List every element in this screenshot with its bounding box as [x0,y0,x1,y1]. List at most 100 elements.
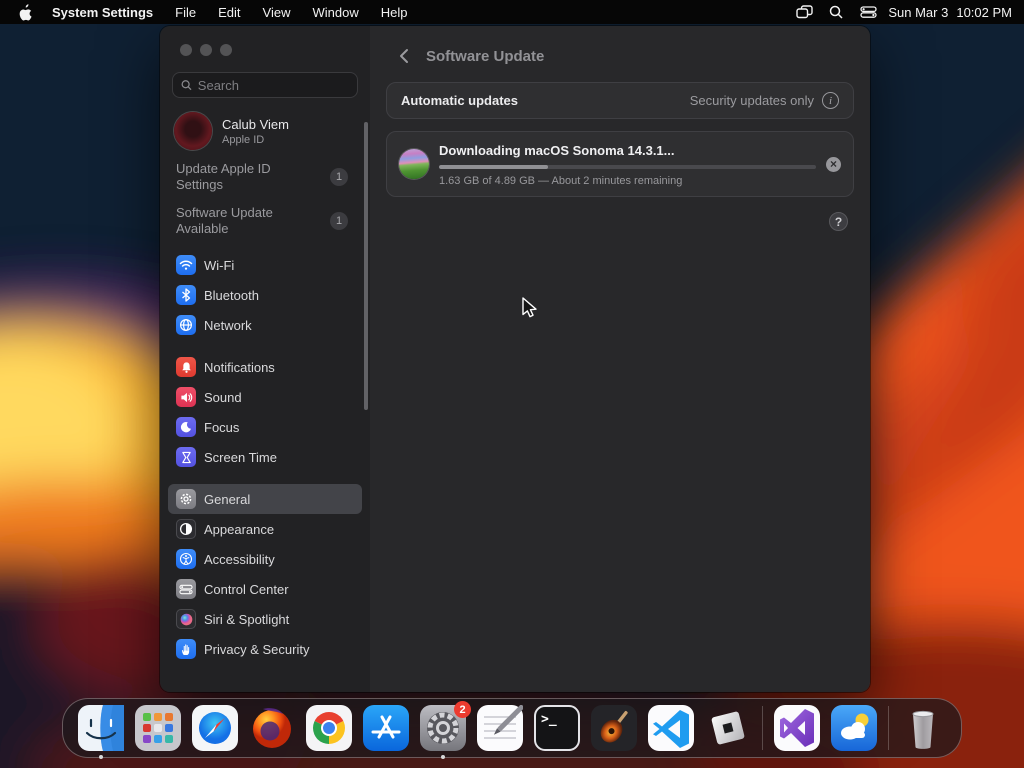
settings-notification-badge: 2 [454,701,471,718]
sidebar-item-label: Network [204,317,252,333]
sidebar-item-label: Privacy & Security [204,641,310,657]
control-center-icon[interactable] [856,3,880,21]
download-status: 1.63 GB of 4.89 GB — About 2 minutes rem… [439,175,683,187]
appearance-icon [176,519,196,539]
system-settings-window: Calub Viem Apple ID Update Apple ID Sett… [160,26,870,692]
info-icon[interactable]: i [822,92,839,109]
sidebar-item-sound[interactable]: Sound [168,382,362,412]
hand-icon [176,639,196,659]
menu-app-name[interactable]: System Settings [42,5,163,20]
sidebar-item-focus[interactable]: Focus [168,412,362,442]
sidebar-item-bluetooth[interactable]: Bluetooth [168,280,362,310]
menu-view[interactable]: View [253,5,301,20]
dock-divider [762,706,763,750]
control-center-tile-icon [176,579,196,599]
window-controls [160,26,370,56]
hourglass-icon [176,447,196,467]
menu-edit[interactable]: Edit [208,5,250,20]
zoom-button[interactable] [220,44,232,56]
sidebar-item-label: Control Center [204,581,289,597]
close-button[interactable] [180,44,192,56]
dock: 2 >_ [62,698,962,758]
sidebar-item-appearance[interactable]: Appearance [168,514,362,544]
dock-terminal[interactable]: >_ [534,705,580,751]
apple-id-profile[interactable]: Calub Viem Apple ID [174,112,358,150]
sidebar-item-label: General [204,491,251,507]
bell-icon [176,357,196,377]
sidebar-item-general[interactable]: General [168,484,362,514]
dock-divider [888,706,889,750]
pane-header: Software Update [370,26,870,70]
minimize-button[interactable] [200,44,212,56]
dock-weather[interactable] [831,705,877,751]
sidebar-item-network[interactable]: Network [168,310,362,340]
dock-visual-studio[interactable] [774,705,820,751]
menu-file[interactable]: File [165,5,206,20]
sidebar-item-label: Siri & Spotlight [204,611,290,627]
search-icon [181,80,192,91]
dock-vscode[interactable] [648,705,694,751]
notice-software-update[interactable]: Software Update Available 1 [176,204,356,238]
download-title: Downloading macOS Sonoma 14.3.1... [439,143,675,158]
dock-firefox[interactable] [249,705,295,751]
dock-app-store[interactable] [363,705,409,751]
automatic-updates-row[interactable]: Automatic updates Security updates only … [386,82,854,119]
sidebar-item-privacy-security[interactable]: Privacy & Security [168,634,362,664]
sidebar-item-wifi[interactable]: Wi-Fi [168,250,362,280]
notice-label: Update Apple ID Settings [176,161,271,192]
bluetooth-icon [176,285,196,305]
sidebar-item-label: Screen Time [204,449,277,465]
stage-manager-icon[interactable] [792,3,816,21]
sidebar-search[interactable] [172,72,358,98]
chevron-left-icon [400,49,408,63]
sidebar-item-siri-spotlight[interactable]: Siri & Spotlight [168,604,362,634]
dock-launchpad[interactable] [135,705,181,751]
notice-badge: 1 [330,168,348,186]
sidebar-item-label: Accessibility [204,551,275,567]
sidebar-item-label: Sound [204,389,242,405]
desktop: System Settings File Edit View Window He… [0,0,1024,768]
sidebar-item-screen-time[interactable]: Screen Time [168,442,362,472]
help-button[interactable]: ? [829,212,848,231]
mouse-cursor [522,297,537,318]
menu-window[interactable]: Window [302,5,368,20]
dock-finder[interactable] [78,705,124,751]
settings-sidebar: Calub Viem Apple ID Update Apple ID Sett… [160,26,370,692]
apple-logo-icon [19,3,32,20]
sidebar-item-label: Notifications [204,359,275,375]
dock-system-settings[interactable]: 2 [420,701,471,751]
profile-name: Calub Viem [222,116,289,132]
dock-notes[interactable] [477,705,523,751]
cancel-download-button[interactable]: × [826,156,841,172]
download-progress-bar [439,165,816,169]
apple-menu[interactable] [10,3,40,21]
dock-safari[interactable] [192,705,238,751]
page-title: Software Update [426,47,545,65]
menu-clock[interactable]: Sun Mar 3 10:02 PM [888,5,1012,20]
dock-garageband[interactable] [591,705,637,751]
dock-roblox[interactable] [705,705,751,751]
gear-icon [176,489,196,509]
spotlight-search-icon[interactable] [824,3,848,21]
back-button[interactable] [394,46,414,66]
sidebar-item-notifications[interactable]: Notifications [168,352,362,382]
notice-label: Software Update Available [176,205,273,236]
notice-update-apple-id[interactable]: Update Apple ID Settings 1 [176,160,356,194]
sidebar-scrollbar[interactable] [364,122,368,410]
sidebar-item-control-center[interactable]: Control Center [168,574,362,604]
menu-date: Sun Mar 3 [888,4,949,20]
dock-chrome[interactable] [306,705,352,751]
sidebar-item-accessibility[interactable]: Accessibility [168,544,362,574]
menu-help[interactable]: Help [371,5,418,20]
sidebar-item-label: Appearance [204,521,275,537]
sidebar-item-label: Focus [204,419,240,435]
download-card: Downloading macOS Sonoma 14.3.1... 1.63 … [386,131,854,197]
automatic-updates-label: Automatic updates [401,93,519,108]
siri-orb-icon [176,609,196,629]
speaker-icon [176,387,196,407]
search-input[interactable] [197,77,349,93]
dock-trash[interactable] [900,705,946,751]
wifi-icon [176,255,196,275]
avatar [174,112,212,150]
svg-text:>_: >_ [541,712,557,727]
